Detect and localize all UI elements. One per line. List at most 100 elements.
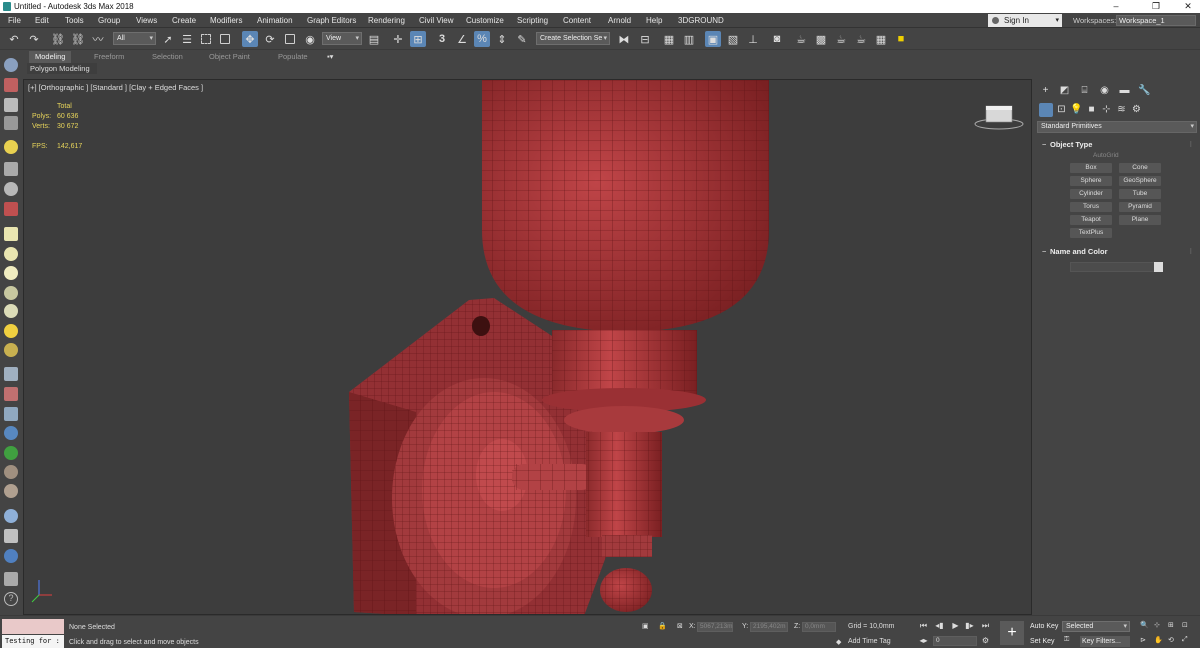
next-frame-icon[interactable]: ▮▸ [964,620,975,631]
menu-tools[interactable]: Tools [65,13,84,28]
tube-button[interactable]: Tube [1119,189,1161,199]
tree-icon[interactable] [4,446,18,460]
selection-filter-select[interactable]: All [113,32,156,45]
material-editor-icon[interactable]: ◙ [769,31,785,47]
menu-3dground[interactable]: 3DGROUND [678,13,724,28]
menu-arnold[interactable]: Arnold [608,13,631,28]
motion-tab-icon[interactable]: ◉ [1098,84,1111,97]
shapes-icon[interactable]: ⊡ [1055,103,1068,116]
space-warps-icon[interactable]: ≋ [1115,103,1128,116]
select-and-rotate-icon[interactable]: ⟳ [262,31,278,47]
menu-views[interactable]: Views [136,13,157,28]
menu-group[interactable]: Group [98,13,120,28]
box-button[interactable]: Box [1070,163,1112,173]
category-select[interactable]: Standard Primitives [1037,121,1197,133]
tab-modeling[interactable]: Modeling [29,51,72,63]
spinner-snap-icon[interactable]: ⇕ [494,31,510,47]
keyboard-shortcut-override-icon[interactable]: ⊞ [410,31,426,47]
zoom-extents-all-icon[interactable]: ⊡ [1182,621,1188,629]
curve-editor-icon[interactable]: ▧ [725,31,741,47]
help-icon[interactable]: ? [4,592,18,606]
camera-icon[interactable] [4,162,18,176]
zoom-extents-icon[interactable]: ⊞ [1168,621,1174,629]
rectangular-selection-icon[interactable] [198,31,214,47]
auto-key-button[interactable]: Auto Key [1028,621,1060,632]
close-button[interactable]: ✕ [1176,0,1200,13]
select-and-place-icon[interactable]: ◉ [302,31,318,47]
tab-selection[interactable]: Selection [152,51,183,63]
ribbon-panel-polygon-modeling[interactable]: Polygon Modeling [27,63,97,74]
cameras-icon[interactable]: ■ [1085,103,1098,116]
orbit-icon[interactable]: ⟲ [1168,636,1174,644]
key-filters-button[interactable]: Key Filters... [1080,636,1130,647]
menu-edit[interactable]: Edit [35,13,49,28]
sphere-icon[interactable] [4,266,18,280]
geosphere-button[interactable]: GeoSphere [1119,176,1161,186]
x-coordinate-field[interactable]: 5067,213m [697,622,733,632]
render-icon[interactable] [4,202,18,216]
minimize-button[interactable]: – [1104,0,1128,13]
select-and-scale-icon[interactable] [282,31,298,47]
cylinder-button[interactable]: Cylinder [1070,189,1112,199]
menu-file[interactable]: File [8,13,21,28]
tab-freeform[interactable]: Freeform [94,51,124,63]
globe-icon[interactable] [4,426,18,440]
named-selection-set-select[interactable]: Create Selection Se [536,32,610,45]
viewport-perspective[interactable]: [+] [Orthographic ] [Standard ] [Clay + … [23,79,1032,615]
menu-animation[interactable]: Animation [257,13,293,28]
hierarchy-tab-icon[interactable]: ⌸ [1078,84,1091,97]
cone-button[interactable]: Cone [1119,163,1161,173]
ribbon-options-icon[interactable]: ▪▾ [327,51,333,63]
plugin-icon[interactable]: ■ [893,31,909,47]
angle-snap-icon[interactable]: ∠ [454,31,470,47]
zoom-icon[interactable]: 🔍 [1140,621,1149,629]
current-frame-field[interactable]: 0 [933,636,977,646]
snaps-toggle-icon[interactable]: 3 [434,31,450,47]
set-key-button[interactable]: Set Key [1028,636,1057,647]
object-name-input[interactable] [1070,262,1156,272]
go-to-end-icon[interactable]: ⏭ [980,620,991,631]
tab-populate[interactable]: Populate [278,51,308,63]
viewport-layout-icon[interactable] [4,58,18,72]
render-setup-icon[interactable]: ☕ [793,31,809,47]
torus-icon[interactable] [4,286,18,300]
textplus-button[interactable]: TextPlus [1070,228,1112,238]
zoom-all-icon[interactable]: ⊹ [1154,621,1160,629]
select-by-name-icon[interactable]: ☰ [179,31,195,47]
restore-button[interactable]: ❐ [1144,0,1168,13]
edit-named-selection-icon[interactable]: ✎ [514,31,530,47]
name-and-color-rollout[interactable]: Name and Color [1038,246,1196,257]
add-time-tag[interactable]: Add Time Tag [848,638,891,645]
menu-civil-view[interactable]: Civil View [419,13,454,28]
maximize-viewport-icon[interactable]: ⤢ [1182,636,1188,644]
menu-create[interactable]: Create [172,13,196,28]
menu-modifiers[interactable]: Modifiers [210,13,242,28]
window-crossing-icon[interactable] [217,31,233,47]
isolate-selection-icon[interactable]: ▣ [642,622,649,630]
viewport-label[interactable]: [+] [Orthographic ] [Standard ] [Clay + … [28,83,203,92]
teapot-button[interactable]: Teapot [1070,215,1112,225]
menu-help[interactable]: Help [646,13,662,28]
box-icon[interactable] [4,227,18,241]
file-icon[interactable] [4,572,18,586]
key-mode-icon[interactable]: ◂▸ [918,635,929,646]
render-production-icon[interactable]: ☕ [833,31,849,47]
animal-icon[interactable] [4,465,18,479]
plane-button[interactable]: Plane [1119,215,1161,225]
modifier-icon[interactable] [4,182,18,196]
use-pivot-center-icon[interactable]: ▤ [366,31,382,47]
set-key-big-button[interactable]: + [1000,621,1024,645]
maxscript-listener-output[interactable] [2,619,64,634]
align-icon[interactable]: ⊟ [637,31,653,47]
object-type-rollout[interactable]: Object Type [1038,139,1196,150]
mirror-icon[interactable]: ⧓ [616,31,632,47]
workspace-select[interactable]: Workspace_1 [1116,15,1196,26]
redo-icon[interactable]: ↷ [26,31,42,47]
sun-icon[interactable] [4,324,18,338]
cone-icon[interactable] [4,304,18,318]
unlink-icon[interactable]: ⛓ [70,31,86,47]
torus-button[interactable]: Torus [1070,202,1112,212]
menu-content[interactable]: Content [563,13,591,28]
field-of-view-icon[interactable]: ⊳ [1140,636,1146,644]
render-iterative-icon[interactable]: ☕ [853,31,869,47]
